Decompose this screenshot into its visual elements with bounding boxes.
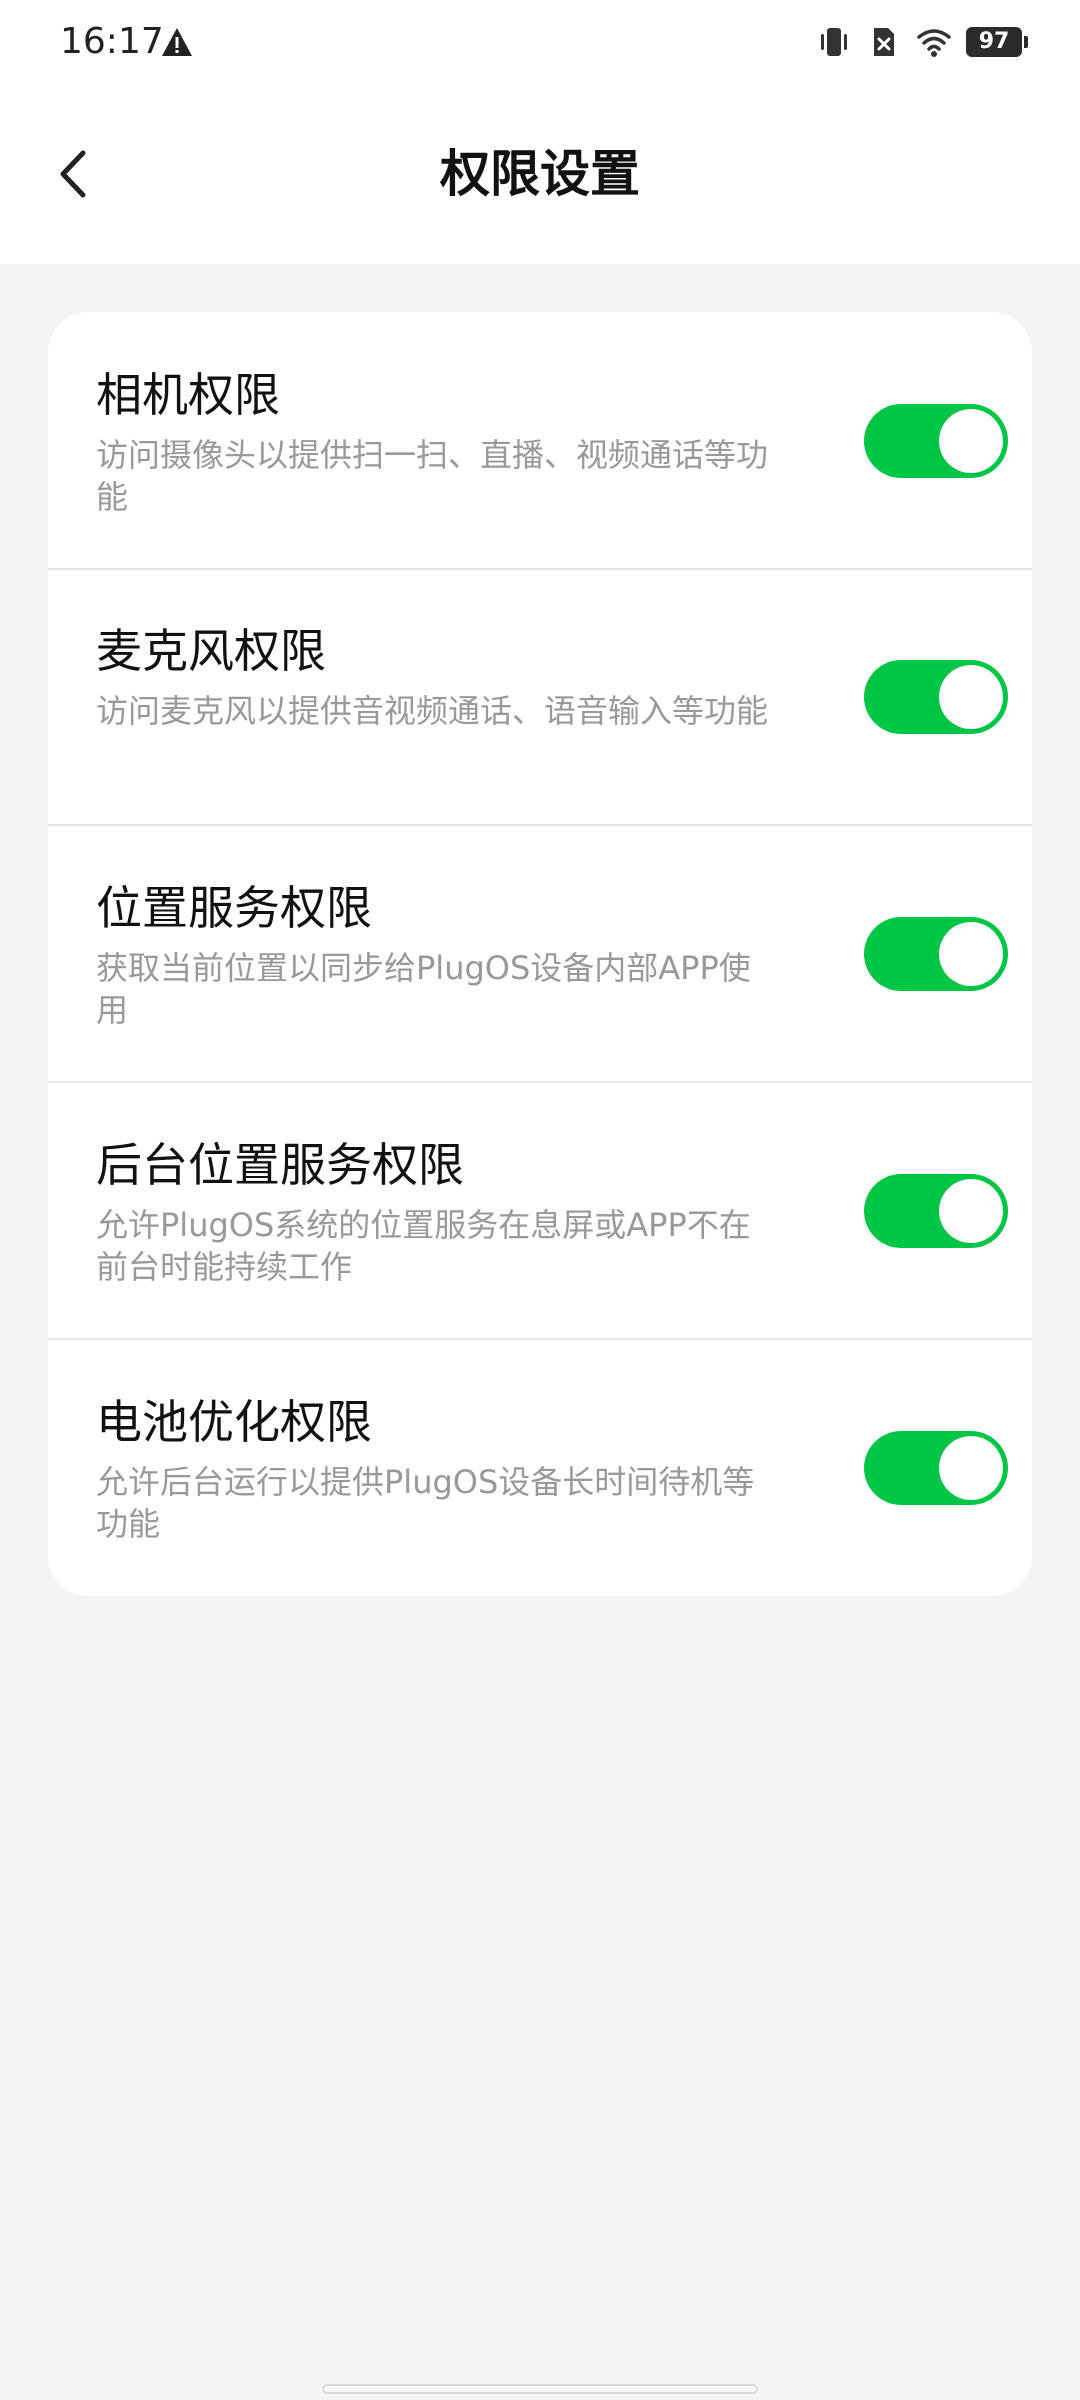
toggle-knob xyxy=(939,409,1003,473)
battery-optimization-toggle[interactable] xyxy=(864,1431,1008,1505)
permission-row-battery: 电池优化权限 允许后台运行以提供PlugOS设备长时间待机等功能 xyxy=(48,1339,1032,1595)
warning-icon xyxy=(162,28,192,56)
permission-title: 相机权限 xyxy=(96,368,280,422)
status-bar: 16:17 97 xyxy=(0,0,1080,84)
toggle-knob xyxy=(939,665,1003,729)
toggle-knob xyxy=(939,1436,1003,1500)
toggle-knob xyxy=(939,1179,1003,1243)
permission-description: 访问摄像头以提供扫一扫、直播、视频通话等功能 xyxy=(96,436,769,516)
home-indicator[interactable] xyxy=(322,2384,758,2394)
no-sim-icon xyxy=(874,28,894,56)
battery-level: 97 xyxy=(978,29,1010,54)
battery-icon: 97 xyxy=(966,27,1028,57)
permission-title: 位置服务权限 xyxy=(96,881,372,935)
permission-row-background-location: 后台位置服务权限 允许PlugOS系统的位置服务在息屏或APP不在前台时能持续工… xyxy=(48,1082,1032,1340)
permission-row-microphone: 麦克风权限 访问麦克风以提供音视频通话、语音输入等功能 xyxy=(48,568,1032,826)
toggle-knob xyxy=(939,922,1003,986)
permission-description: 允许PlugOS系统的位置服务在息屏或APP不在前台时能持续工作 xyxy=(96,1206,751,1286)
permission-description: 允许后台运行以提供PlugOS设备长时间待机等功能 xyxy=(96,1463,755,1543)
permission-row-location: 位置服务权限 获取当前位置以同步给PlugOS设备内部APP使用 xyxy=(48,825,1032,1083)
wifi-icon xyxy=(917,29,951,57)
vibrate-icon xyxy=(821,28,847,56)
top-bar-background: 16:17 97 权限设置 xyxy=(0,0,1080,264)
permission-title: 后台位置服务权限 xyxy=(96,1138,464,1192)
permission-title: 电池优化权限 xyxy=(96,1395,372,1449)
camera-permission-toggle[interactable] xyxy=(864,404,1008,478)
permissions-card: 相机权限 访问摄像头以提供扫一扫、直播、视频通话等功能 麦克风权限 访问麦克风以… xyxy=(48,312,1032,1596)
permission-description: 访问麦克风以提供音视频通话、语音输入等功能 xyxy=(96,692,769,730)
permission-title: 麦克风权限 xyxy=(96,624,326,678)
page-title: 权限设置 xyxy=(440,145,640,203)
status-icons: 97 xyxy=(816,22,1028,62)
microphone-permission-toggle[interactable] xyxy=(864,660,1008,734)
page-header: 权限设置 xyxy=(0,84,1080,264)
location-permission-toggle[interactable] xyxy=(864,917,1008,991)
status-time: 16:17 xyxy=(60,21,164,62)
permission-description: 获取当前位置以同步给PlugOS设备内部APP使用 xyxy=(96,949,751,1029)
permission-row-camera: 相机权限 访问摄像头以提供扫一扫、直播、视频通话等功能 xyxy=(48,312,1032,570)
background-location-permission-toggle[interactable] xyxy=(864,1174,1008,1248)
